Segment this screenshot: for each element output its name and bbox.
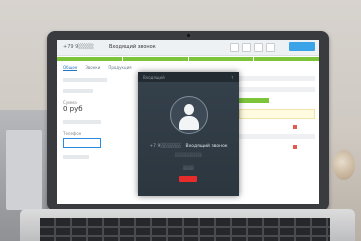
laptop-camera <box>187 34 190 37</box>
phone-label: Телефон <box>63 131 82 136</box>
person-icon <box>184 104 194 115</box>
amount-value[interactable]: 0 руб <box>63 105 83 113</box>
record-tabs: Общее Звонки Продукция <box>63 65 132 71</box>
history-icon[interactable] <box>266 43 275 52</box>
incoming-call-popup: Входящий ↑ +7 9░░░░░░ Входящий звонок ░░… <box>138 72 239 196</box>
record-title: Входящий звонок <box>109 44 156 50</box>
pin-icon[interactable] <box>293 125 297 129</box>
field-d <box>63 155 133 159</box>
stage-progress[interactable] <box>57 57 319 61</box>
call-type: Входящий звонок <box>185 144 228 149</box>
caller-avatar <box>170 96 208 134</box>
field-c <box>63 120 133 124</box>
phone-input[interactable] <box>63 138 101 148</box>
record-form: Сумма 0 руб Телефон <box>63 76 133 166</box>
print-icon[interactable] <box>242 43 251 52</box>
field-a <box>63 78 133 82</box>
save-button[interactable] <box>289 42 315 51</box>
stage-1[interactable] <box>57 57 122 61</box>
laptop-keyboard <box>40 218 330 241</box>
activity-row <box>239 87 315 92</box>
call-status: ░░░░ <box>183 166 194 170</box>
settings-icon[interactable] <box>230 43 239 52</box>
pin-icon[interactable] <box>293 145 297 149</box>
call-header-label: Входящий <box>143 75 165 80</box>
crm-screen: +79 9░░░░ Входящий звонок Общее Звонки П… <box>57 40 319 204</box>
tab-calls[interactable]: Звонки <box>85 65 100 71</box>
call-popup-header: Входящий ↑ <box>138 72 239 82</box>
phone-field: Телефон <box>63 131 133 148</box>
tab-products[interactable]: Продукция <box>108 65 131 71</box>
caller-line: +7 9░░░░░░ Входящий звонок <box>138 144 239 149</box>
stage-3[interactable] <box>188 57 254 61</box>
stage-4[interactable] <box>254 57 319 61</box>
caller-subtext: ░░░░░░░░░░ <box>175 153 202 157</box>
status-tag <box>239 98 269 103</box>
collapse-icon[interactable]: ↑ <box>231 75 234 80</box>
amount-field: Сумма 0 руб <box>63 100 133 113</box>
stage-2[interactable] <box>122 57 188 61</box>
cup <box>333 150 355 180</box>
activity-column <box>239 76 315 154</box>
activity-row <box>239 134 315 139</box>
activity-row <box>239 76 315 81</box>
caller-number: +7 9░░░░░░ <box>149 144 182 149</box>
record-header: +79 9░░░░ Входящий звонок <box>57 40 319 56</box>
field-b <box>63 89 133 93</box>
hangup-button[interactable] <box>179 176 197 182</box>
tab-general[interactable]: Общее <box>63 65 78 71</box>
record-number: +79 9░░░░ <box>63 44 94 50</box>
activity-note <box>239 109 315 119</box>
more-icon[interactable] <box>254 43 263 52</box>
